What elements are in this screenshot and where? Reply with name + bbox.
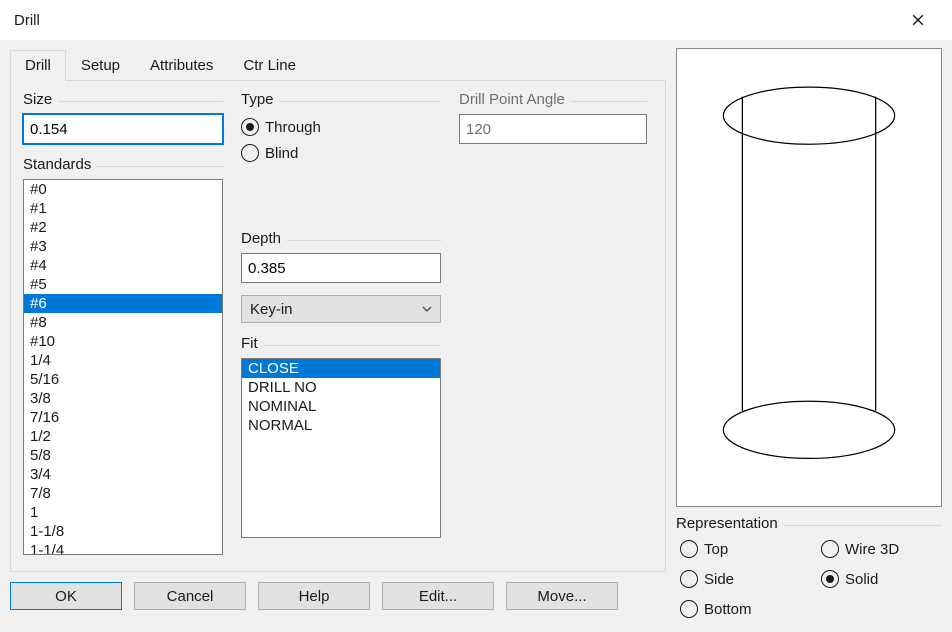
standards-item[interactable]: 5/16: [24, 370, 222, 389]
rep-bottom-radio[interactable]: Bottom: [680, 600, 801, 618]
size-input[interactable]: [23, 114, 223, 144]
button-row: OK Cancel Help Edit... Move...: [10, 582, 666, 610]
fit-label: Fit: [241, 335, 441, 352]
close-icon: [912, 14, 924, 26]
fit-item[interactable]: NOMINAL: [242, 397, 440, 416]
standards-item[interactable]: #8: [24, 313, 222, 332]
rep-solid-label: Solid: [845, 571, 878, 588]
fit-item[interactable]: NORMAL: [242, 416, 440, 435]
radio-icon: [680, 540, 698, 558]
standards-item[interactable]: 3/4: [24, 465, 222, 484]
rep-side-radio[interactable]: Side: [680, 570, 801, 588]
drill-point-angle-label: Drill Point Angle: [459, 91, 647, 108]
rep-bottom-label: Bottom: [704, 601, 752, 618]
fit-item[interactable]: CLOSE: [242, 359, 440, 378]
cancel-button[interactable]: Cancel: [134, 582, 246, 610]
radio-icon: [821, 540, 839, 558]
standards-item[interactable]: 7/8: [24, 484, 222, 503]
standards-item[interactable]: #1: [24, 199, 222, 218]
fit-listbox[interactable]: CLOSEDRILL NONOMINALNORMAL: [241, 358, 441, 538]
type-through-label: Through: [265, 119, 321, 136]
titlebar: Drill: [0, 0, 952, 40]
ok-button[interactable]: OK: [10, 582, 122, 610]
rep-side-label: Side: [704, 571, 734, 588]
standards-item[interactable]: 7/16: [24, 408, 222, 427]
size-label: Size: [23, 91, 223, 108]
radio-icon: [680, 570, 698, 588]
rep-top-radio[interactable]: Top: [680, 540, 801, 558]
tab-attributes[interactable]: Attributes: [135, 50, 228, 81]
standards-item[interactable]: #10: [24, 332, 222, 351]
standards-item[interactable]: 1/2: [24, 427, 222, 446]
standards-item[interactable]: #0: [24, 180, 222, 199]
radio-icon: [241, 118, 259, 136]
rep-wire3d-label: Wire 3D: [845, 541, 899, 558]
close-button[interactable]: [898, 4, 938, 36]
rep-top-label: Top: [704, 541, 728, 558]
standards-item[interactable]: #2: [24, 218, 222, 237]
edit-button[interactable]: Edit...: [382, 582, 494, 610]
chevron-down-icon: [422, 303, 432, 315]
tab-ctr-line[interactable]: Ctr Line: [228, 50, 311, 81]
drill-dialog: Drill Drill Setup Attributes Ctr Line Si…: [0, 0, 952, 632]
rep-wire3d-radio[interactable]: Wire 3D: [821, 540, 942, 558]
tab-drill[interactable]: Drill: [10, 50, 66, 81]
depth-mode-value: Key-in: [250, 301, 293, 318]
type-blind-label: Blind: [265, 145, 298, 162]
column-type-depth: Type Through Blind Depth Key-in: [241, 91, 441, 555]
standards-item[interactable]: 1: [24, 503, 222, 522]
standards-item[interactable]: 1/4: [24, 351, 222, 370]
column-angle: Drill Point Angle: [459, 91, 647, 555]
representation-options: Top Wire 3D Side Solid: [676, 536, 942, 622]
tab-panel-drill: Size Standards #0#1#2#3#4#5#6#8#101/45/1…: [10, 80, 666, 572]
radio-icon: [241, 144, 259, 162]
right-area: Representation Top Wire 3D Side: [676, 48, 942, 622]
preview-pane: [676, 48, 942, 507]
move-button[interactable]: Move...: [506, 582, 618, 610]
standards-item[interactable]: 1-1/8: [24, 522, 222, 541]
type-blind-radio[interactable]: Blind: [241, 144, 441, 162]
drill-preview-svg: [677, 49, 941, 506]
dialog-body: Drill Setup Attributes Ctr Line Size Sta…: [0, 40, 952, 632]
drill-point-angle-input: [459, 114, 647, 144]
standards-item[interactable]: 5/8: [24, 446, 222, 465]
standards-label: Standards: [23, 156, 223, 173]
standards-item[interactable]: #3: [24, 237, 222, 256]
standards-item[interactable]: #4: [24, 256, 222, 275]
representation-label: Representation: [676, 515, 942, 532]
depth-mode-dropdown[interactable]: Key-in: [241, 295, 441, 323]
fit-item[interactable]: DRILL NO: [242, 378, 440, 397]
tab-setup[interactable]: Setup: [66, 50, 135, 81]
representation-group: Representation Top Wire 3D Side: [676, 513, 942, 622]
column-size-standards: Size Standards #0#1#2#3#4#5#6#8#101/45/1…: [23, 91, 223, 555]
standards-listbox[interactable]: #0#1#2#3#4#5#6#8#101/45/163/87/161/25/83…: [23, 179, 223, 555]
type-label: Type: [241, 91, 441, 108]
window-title: Drill: [14, 12, 40, 29]
help-button[interactable]: Help: [258, 582, 370, 610]
type-through-radio[interactable]: Through: [241, 118, 441, 136]
depth-label: Depth: [241, 230, 441, 247]
standards-item[interactable]: 3/8: [24, 389, 222, 408]
radio-icon: [821, 570, 839, 588]
radio-icon: [680, 600, 698, 618]
standards-item[interactable]: #5: [24, 275, 222, 294]
tab-strip: Drill Setup Attributes Ctr Line: [10, 48, 666, 80]
standards-item[interactable]: 1-1/4: [24, 541, 222, 555]
depth-input[interactable]: [241, 253, 441, 283]
standards-item[interactable]: #6: [24, 294, 222, 313]
left-area: Drill Setup Attributes Ctr Line Size Sta…: [10, 48, 666, 622]
rep-solid-radio[interactable]: Solid: [821, 570, 942, 588]
